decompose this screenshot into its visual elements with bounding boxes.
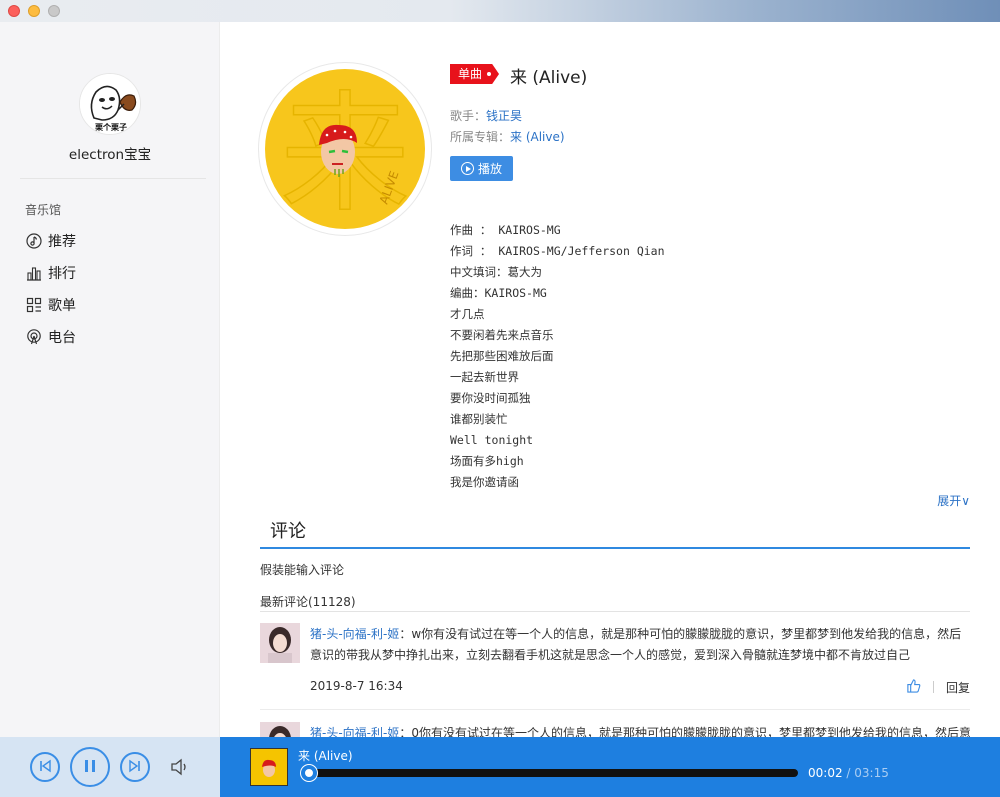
commenter-avatar[interactable] [260, 623, 300, 663]
album-link[interactable]: 来 (Alive) [510, 130, 565, 144]
pause-icon [82, 758, 98, 777]
comment-actions: 回复 [906, 678, 970, 696]
previous-track-button[interactable] [30, 752, 60, 782]
lyric-line: 才几点 [450, 307, 485, 321]
skip-next-icon [128, 759, 142, 776]
lyric-line: 编曲：KAIROS-MG [450, 286, 547, 300]
total-time: / 03:15 [846, 766, 889, 780]
sidebar-item-ranking[interactable]: 排行 [25, 262, 76, 284]
sidebar-item-playlist[interactable]: 歌单 [25, 294, 76, 316]
minimize-window-button[interactable] [28, 5, 40, 17]
comment-body: ：w你有没有试过在等一个人的信息，就是那种可怕的朦朦胧胧的意识，梦里都梦到他发给… [310, 627, 962, 662]
close-window-button[interactable] [8, 5, 20, 17]
lyric-line: 中文填词：葛大为 [450, 265, 542, 279]
comments-header: 评论 [260, 512, 970, 549]
actions-divider [932, 681, 934, 693]
skip-previous-icon [38, 759, 52, 776]
album-cover: 来 ALIVE [265, 69, 425, 229]
now-playing-bar: 来 (Alive) 00:02 / 03:15 [220, 737, 1000, 797]
sidebar: 栗个栗子 electron宝宝 音乐馆 推荐 排行 歌单 电台 [0, 22, 220, 737]
sidebar-item-label: 推荐 [48, 234, 76, 250]
comment-body: ：0你有没有试过在等一个人的信息，就是那种可怕的朦朦胧胧的意识，梦里都梦到他发给… [399, 726, 970, 737]
play-circle-icon [460, 162, 474, 175]
comment-text: 猪-头-向福-利-姬：0你有没有试过在等一个人的信息，就是那种可怕的朦朦胧胧的意… [310, 723, 970, 737]
next-track-button[interactable] [120, 752, 150, 782]
pause-button[interactable] [70, 747, 110, 787]
play-song-button[interactable]: 播放 [450, 156, 513, 181]
singer-label: 歌手： [450, 109, 487, 123]
music-note-icon [25, 232, 43, 250]
sidebar-item-radio[interactable]: 电台 [25, 326, 76, 348]
lyrics-block: 作曲 ： KAIROS-MG 作词 ： KAIROS-MG/Jefferson … [450, 220, 665, 493]
sidebar-item-recommend[interactable]: 推荐 [25, 230, 76, 252]
playback-time: 00:02 / 03:15 [808, 766, 889, 780]
commenter-name[interactable]: 猪-头-向福-利-姬 [310, 627, 399, 641]
comment-input[interactable]: 假装能输入评论 [260, 561, 344, 578]
radio-icon [25, 328, 43, 346]
song-title: 来 (Alive) [510, 68, 588, 88]
sidebar-item-label: 排行 [48, 266, 76, 282]
avatar-cartoon-icon: 栗个栗子 [80, 74, 140, 134]
section-title-music-hall: 音乐馆 [25, 203, 62, 217]
playlist-grid-icon [25, 296, 43, 314]
comments-heading: 评论 [270, 521, 306, 542]
lyric-line: 不要闲着先来点音乐 [450, 328, 554, 342]
window-title-bar [0, 0, 1000, 22]
commenter-avatar[interactable] [260, 722, 300, 737]
now-playing-cover[interactable] [250, 748, 288, 786]
commenter-name[interactable]: 猪-头-向福-利-姬 [310, 726, 399, 737]
comment-text: 猪-头-向福-利-姬：w你有没有试过在等一个人的信息，就是那种可怕的朦朦胧胧的意… [310, 624, 970, 666]
latest-comments-label: 最新评论(11128) [260, 593, 970, 612]
lyric-line: 一起去新世界 [450, 370, 519, 384]
main-content: 来 ALIVE 单曲 来 (Alive) 歌手：钱正昊 所属专辑：来 (Aliv… [220, 22, 1000, 737]
lyric-line: 作曲 ： KAIROS-MG [450, 223, 561, 237]
lyric-line: 我是你邀请函 [450, 475, 519, 489]
expand-lyrics-link[interactable]: 展开∨ [937, 492, 970, 509]
user-avatar[interactable]: 栗个栗子 [79, 73, 141, 135]
progress-knob[interactable] [301, 765, 317, 781]
thumbs-up-icon[interactable] [906, 678, 921, 696]
sidebar-item-label: 电台 [48, 330, 76, 346]
single-badge: 单曲 [450, 64, 500, 84]
now-playing-title: 来 (Alive) [298, 749, 353, 763]
current-time: 00:02 [808, 766, 843, 780]
sidebar-divider [20, 178, 206, 179]
username: electron宝宝 [68, 147, 152, 163]
album-label: 所属专辑： [450, 130, 511, 144]
lyric-line: 场面有多high [450, 454, 524, 468]
reply-button[interactable]: 回复 [946, 679, 970, 696]
sidebar-item-label: 歌单 [48, 298, 76, 314]
svg-text:栗个栗子: 栗个栗子 [95, 122, 127, 132]
lyric-line: 先把那些困难放后面 [450, 349, 554, 363]
play-button-label: 播放 [477, 162, 502, 176]
album-row: 所属专辑：来 (Alive) [450, 128, 565, 145]
zoom-window-button[interactable] [48, 5, 60, 17]
lyric-line: Well tonight [450, 433, 534, 447]
comment-time: 2019-8-7 16:34 [310, 679, 403, 693]
volume-icon[interactable] [170, 758, 190, 779]
chart-bars-icon [25, 264, 43, 282]
player-controls [0, 737, 220, 797]
comment-divider [260, 709, 970, 710]
singer-row: 歌手：钱正昊 [450, 107, 522, 124]
singer-link[interactable]: 钱正昊 [486, 109, 522, 123]
lyric-line: 作词 ： KAIROS-MG/Jefferson Qian [450, 244, 665, 258]
lyric-line: 谁都别装忙 [450, 412, 508, 426]
progress-track[interactable] [308, 769, 798, 777]
lyric-line: 要你没时间孤独 [450, 391, 531, 405]
